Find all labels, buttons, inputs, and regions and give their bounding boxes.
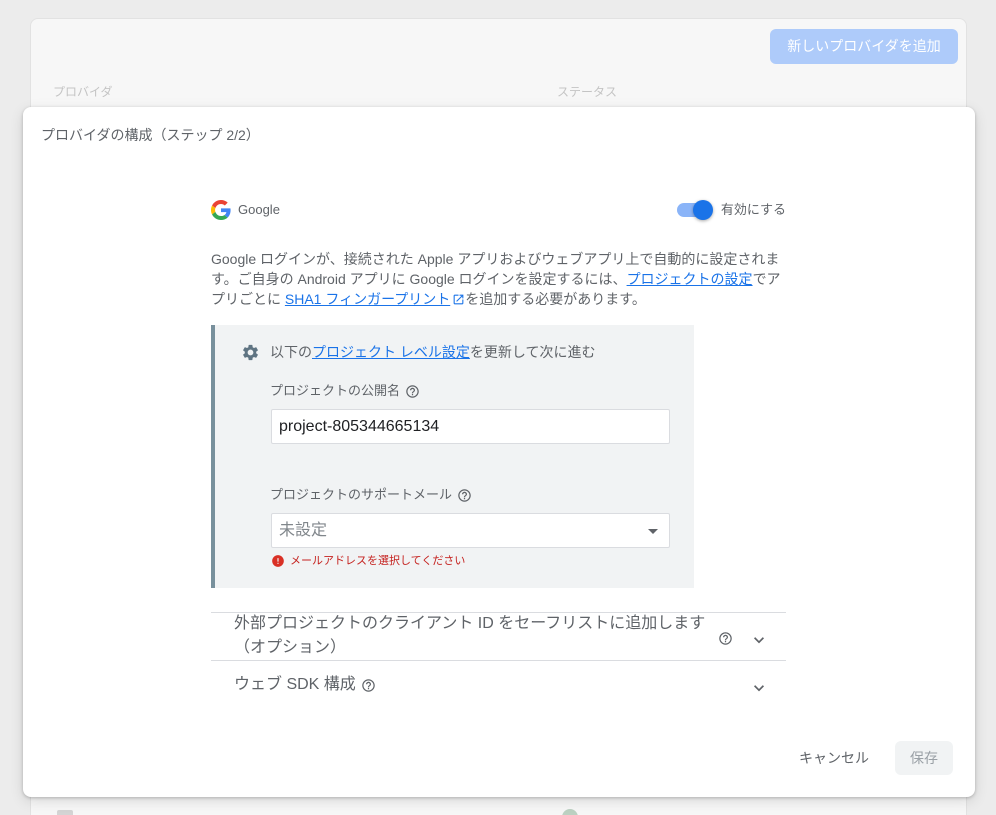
project-settings-panel: 以下のプロジェクト レベル設定を更新して次に進む プロジェクトの公開名 プロジェ…: [211, 325, 694, 588]
gear-icon: [243, 344, 258, 361]
public-name-label-text: プロジェクトの公開名: [270, 383, 401, 398]
panel-heading-text-after: を更新して次に進む: [469, 344, 596, 360]
open-in-new-icon: [453, 294, 464, 305]
provider-name: Google: [238, 202, 280, 217]
sha1-fingerprint-link[interactable]: SHA1 フィンガープリント: [285, 291, 465, 307]
public-name-label: プロジェクトの公開名: [270, 381, 420, 401]
provider-description: Google ログインが、接続された Apple アプリおよびウェブアプリ上で自…: [211, 249, 786, 309]
section-external-client-ids-label: 外部プロジェクトのクライアント ID をセーフリストに追加します（オプション）: [234, 615, 706, 656]
project-level-settings-link[interactable]: プロジェクト レベル設定: [312, 344, 470, 360]
provider-header: Google 有効にする: [211, 200, 786, 220]
section-web-sdk-config-label-row: ウェブ SDK 構成: [234, 673, 376, 697]
help-icon[interactable]: [457, 488, 472, 503]
section-web-sdk-config-label: ウェブ SDK 構成: [234, 676, 356, 693]
add-provider-button[interactable]: 新しいプロバイダを追加: [770, 29, 958, 64]
dialog-title: プロバイダの構成（ステップ 2/2）: [41, 127, 260, 143]
google-logo-icon: [211, 200, 231, 220]
panel-heading: 以下のプロジェクト レベル設定を更新して次に進む: [270, 342, 595, 362]
support-email-label-text: プロジェクトのサポートメール: [270, 487, 453, 502]
save-button[interactable]: 保存: [895, 741, 953, 775]
provider-identity: Google: [211, 200, 280, 220]
row-checkbox: [57, 810, 73, 815]
cancel-button[interactable]: キャンセル: [788, 741, 880, 775]
dropdown-arrow-icon: [648, 529, 658, 534]
enable-toggle-label[interactable]: 有効にする: [721, 200, 786, 220]
support-email-select[interactable]: 未設定: [271, 513, 670, 548]
support-email-error: メールアドレスを選択してください: [271, 553, 465, 569]
error-icon: [272, 555, 284, 567]
sha1-fingerprint-link-label: SHA1 フィンガープリント: [284, 291, 451, 307]
support-email-error-text: メールアドレスを選択してください: [290, 555, 466, 567]
column-header-provider: プロバイダ: [53, 85, 113, 99]
chevron-down-icon[interactable]: [749, 678, 769, 698]
chevron-down-icon[interactable]: [749, 630, 769, 650]
public-name-input[interactable]: [271, 409, 670, 444]
help-icon[interactable]: [405, 384, 420, 399]
panel-heading-text-before: 以下の: [270, 344, 312, 360]
column-header-status: ステータス: [557, 85, 618, 99]
section-external-client-ids[interactable]: 外部プロジェクトのクライアント ID をセーフリストに追加します（オプション）: [211, 613, 786, 660]
toggle-knob: [692, 200, 713, 220]
provider-config-dialog: プロバイダの構成（ステップ 2/2） Google 有効にする Google ロ…: [23, 107, 975, 797]
enable-toggle-group: 有効にする: [676, 200, 786, 220]
description-text-3: を追加する必要があります。: [465, 291, 646, 307]
support-email-placeholder: 未設定: [279, 522, 328, 539]
project-settings-link[interactable]: プロジェクトの設定: [627, 271, 753, 287]
row-status-icon: [562, 809, 578, 815]
help-icon[interactable]: [361, 678, 376, 693]
support-email-label: プロジェクトのサポートメール: [270, 485, 472, 505]
enable-toggle[interactable]: [676, 200, 713, 220]
section-web-sdk-config[interactable]: ウェブ SDK 構成: [211, 661, 786, 708]
help-icon[interactable]: [718, 631, 733, 646]
